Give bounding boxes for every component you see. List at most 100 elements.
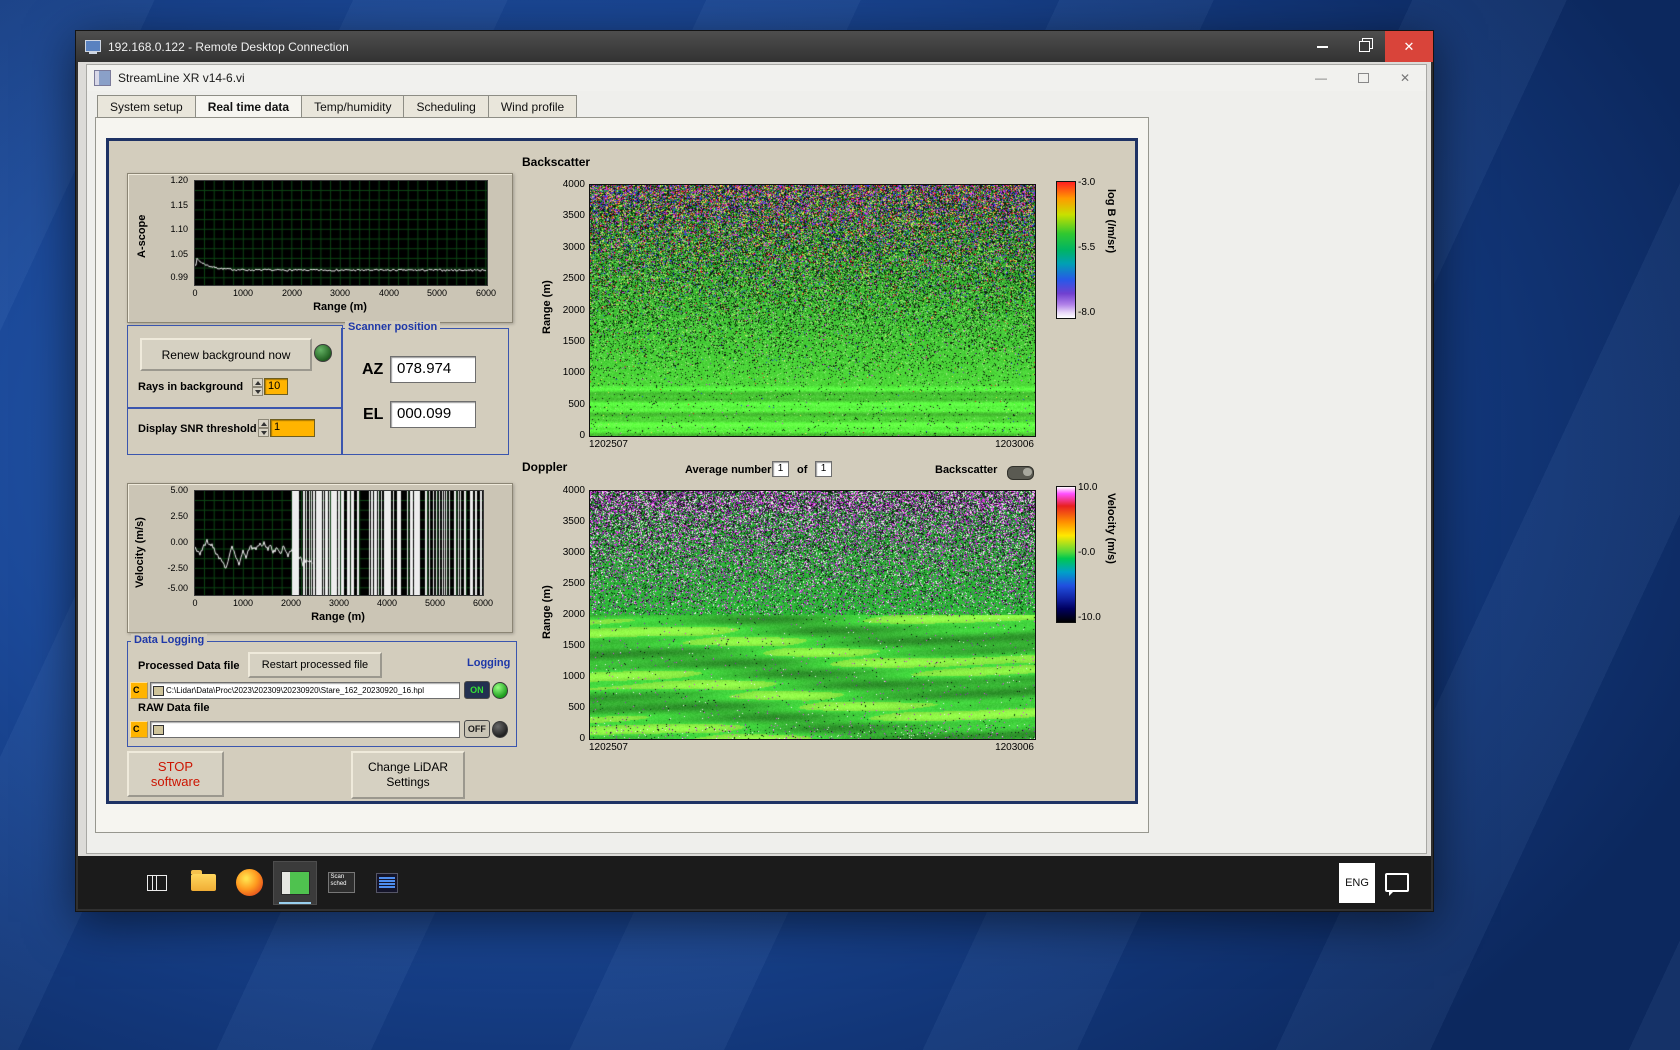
of-label: of [797, 464, 807, 476]
ascope-y-tick: 1.20 [158, 175, 188, 185]
ascope-x-tick: 4000 [379, 288, 399, 298]
dp-y-tick: 1500 [555, 640, 585, 651]
rdp-titlebar[interactable]: 192.168.0.122 - Remote Desktop Connectio… [76, 31, 1433, 62]
tab-temp-humidity[interactable]: Temp/humidity [301, 95, 403, 118]
average-number-field[interactable]: 1 [772, 461, 789, 477]
velocity-y-tick: 2.50 [158, 511, 188, 521]
bs-cb-tick: -8.0 [1078, 307, 1095, 318]
rays-value-field[interactable]: 10 [264, 378, 288, 395]
file-explorer-icon[interactable] [182, 862, 224, 904]
browse-icon[interactable] [153, 686, 164, 696]
on-label: ON [464, 681, 490, 699]
raw-data-file-label: RAW Data file [138, 702, 210, 714]
snr-value-field[interactable]: 1 [270, 419, 315, 437]
velocity-x-tick: 6000 [473, 598, 493, 608]
restore-icon [1358, 73, 1369, 83]
stop-software-button[interactable]: STOPsoftware [127, 751, 224, 797]
rdp-minimize-button[interactable] [1301, 31, 1343, 62]
bs-y-tick: 3500 [555, 210, 585, 221]
processed-path-field[interactable]: C:\Lidar\Data\Proc\2023\202309\20230920\… [150, 682, 460, 699]
bs-cb-tick: -5.5 [1078, 242, 1095, 253]
processed-data-file-label: Processed Data file [138, 660, 240, 672]
backscatter-colorbar [1056, 181, 1076, 319]
task-view-icon[interactable] [136, 862, 178, 904]
ascope-x-tick: 5000 [427, 288, 447, 298]
el-label: EL [363, 406, 383, 424]
bs-y-tick: 4000 [555, 179, 585, 190]
rays-spinner[interactable] [252, 378, 263, 396]
ascope-y-axis-label: A-scope [136, 215, 148, 258]
action-center-icon[interactable] [1385, 873, 1409, 892]
velocity-graph [194, 490, 484, 596]
velocity-x-tick: 5000 [425, 598, 445, 608]
dp-x-end: 1203006 [954, 742, 1034, 753]
rdp-close-button[interactable]: ✕ [1385, 31, 1433, 62]
velocity-x-tick: 4000 [377, 598, 397, 608]
firefox-icon[interactable] [228, 862, 270, 904]
snr-threshold-box: Display SNR threshold 1 [127, 407, 343, 455]
velocity-x-tick: 1000 [233, 598, 253, 608]
remote-desktop: StreamLine XR v14-6.vi — ✕ System setup … [78, 62, 1431, 909]
ascope-y-tick: 1.10 [158, 224, 188, 234]
tab-scheduling[interactable]: Scheduling [403, 95, 487, 118]
rdp-window: 192.168.0.122 - Remote Desktop Connectio… [75, 30, 1434, 912]
ascope-x-axis-label: Range (m) [194, 301, 486, 313]
ascope-graph [194, 180, 488, 286]
ascope-x-tick: 6000 [476, 288, 496, 298]
app-close-button[interactable]: ✕ [1384, 65, 1426, 91]
doppler-title: Doppler [522, 460, 567, 474]
dp-y-tick: 500 [555, 702, 585, 713]
taskbar: Scan sched ENG [78, 856, 1431, 909]
snr-spinner[interactable] [258, 419, 269, 437]
app-titlebar[interactable]: StreamLine XR v14-6.vi — ✕ [87, 65, 1426, 91]
data-logging-title: Data Logging [131, 634, 207, 646]
document-app-icon[interactable] [366, 862, 408, 904]
dp-cb-tick: -10.0 [1078, 612, 1101, 623]
ascope-y-tick: 0.99 [158, 272, 188, 282]
renew-background-led [314, 344, 332, 362]
restart-processed-file-button[interactable]: Restart processed file [248, 652, 382, 678]
tab-system-setup[interactable]: System setup [97, 95, 195, 118]
bs-y-tick: 0 [555, 430, 585, 441]
tab-real-time-data[interactable]: Real time data [195, 95, 301, 118]
app-restore-button[interactable] [1342, 65, 1384, 91]
off-label: OFF [464, 720, 490, 738]
bs-y-tick: 500 [555, 399, 585, 410]
velocity-x-axis-label: Range (m) [194, 611, 482, 623]
doppler-colorbar-label: Velocity (m/s) [1105, 493, 1117, 564]
stop-line1: STOP [158, 759, 193, 774]
scanner-position-box: Scanner position AZ 078.974 EL 000.099 [341, 328, 509, 455]
ascope-x-tick: 3000 [330, 288, 350, 298]
dp-x-start: 1202507 [589, 742, 628, 753]
language-indicator[interactable]: ENG [1339, 863, 1375, 903]
streamline-window: StreamLine XR v14-6.vi — ✕ System setup … [86, 64, 1427, 854]
change-lidar-settings-button[interactable]: Change LiDARSettings [351, 751, 465, 799]
dp-y-tick: 1000 [555, 671, 585, 682]
dp-y-tick: 2500 [555, 578, 585, 589]
raw-logging-toggle[interactable]: OFF [464, 719, 508, 739]
app-minimize-button[interactable]: — [1300, 65, 1342, 91]
renew-background-button[interactable]: Renew background now [140, 338, 312, 371]
vi-icon [94, 70, 111, 86]
raw-path-field[interactable] [150, 721, 460, 738]
average-total-field[interactable]: 1 [815, 461, 832, 477]
backscatter-heatmap [589, 184, 1036, 437]
rdp-title: 192.168.0.122 - Remote Desktop Connectio… [108, 40, 349, 54]
browse-icon[interactable] [153, 725, 164, 735]
dp-y-tick: 4000 [555, 485, 585, 496]
velocity-y-tick: 5.00 [158, 485, 188, 495]
streamline-taskbar-icon[interactable] [274, 862, 316, 904]
processed-drive-selector[interactable]: C [130, 682, 148, 699]
backscatter-display-switch[interactable] [1007, 466, 1034, 480]
bs-y-tick: 2500 [555, 273, 585, 284]
raw-drive-selector[interactable]: C [130, 721, 148, 738]
velocity-y-axis-label: Velocity (m/s) [134, 517, 146, 588]
processed-logging-toggle[interactable]: ON [464, 680, 508, 700]
rdp-computer-icon [84, 39, 102, 55]
processed-path-text: C:\Lidar\Data\Proc\2023\202309\20230920\… [166, 686, 424, 695]
scan-scheduler-icon[interactable]: Scan sched [320, 862, 362, 904]
rdp-restore-button[interactable] [1343, 31, 1385, 62]
tab-page-real-time-data: A-scope 1.20 1.15 1.10 1.05 0.99 0 1000 … [95, 117, 1149, 833]
tab-wind-profile[interactable]: Wind profile [488, 95, 577, 118]
bs-cb-tick: -3.0 [1078, 177, 1095, 188]
